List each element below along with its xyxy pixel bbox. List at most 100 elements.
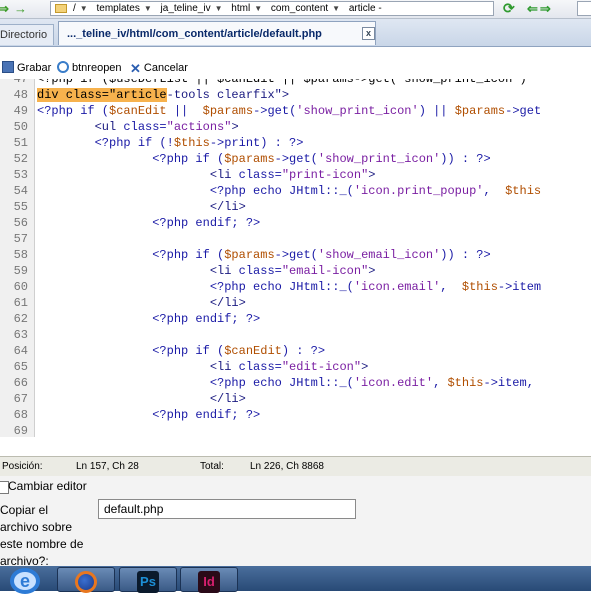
line-number: 59 bbox=[13, 264, 28, 278]
breadcrumb: / ▼ templates ▼ ja_teline_iv ▼ html ▼ com_co… bbox=[73, 2, 386, 16]
code-line[interactable]: 51 <?php if (!$this->print) : ?> bbox=[0, 135, 591, 151]
line-number: 65 bbox=[13, 360, 28, 374]
code-line[interactable]: 64 <?php if ($canEdit) : ?> bbox=[0, 343, 591, 359]
code-line[interactable]: 58 <?php if ($params->get('show_email_ic… bbox=[0, 247, 591, 263]
code-line[interactable]: 63 bbox=[0, 327, 591, 343]
nav-arrows-icon[interactable]: ⇐⇒ bbox=[527, 1, 553, 17]
cancel-button[interactable]: ✕ Cancelar bbox=[130, 59, 188, 77]
crumb[interactable]: article - bbox=[349, 3, 382, 14]
code-text: <ul class="actions"> bbox=[37, 120, 239, 134]
forward-arrow-icon[interactable]: ⇒ bbox=[0, 1, 9, 17]
chevron-down-icon[interactable]: ▼ bbox=[254, 4, 262, 13]
code-line[interactable]: 52 <?php if ($params->get('show_print_ic… bbox=[0, 151, 591, 167]
code-line[interactable]: 53 <li class="print-icon"> bbox=[0, 167, 591, 183]
line-number: 55 bbox=[13, 200, 28, 214]
code-line[interactable]: 59 <li class="email-icon"> bbox=[0, 263, 591, 279]
firefox-icon bbox=[75, 571, 97, 593]
code-line[interactable]: 47 <?php if ($useDefList || $canEdit || $… bbox=[0, 79, 591, 87]
reopen-button[interactable]: btnreopen bbox=[57, 59, 122, 77]
firefox-taskbar-button[interactable] bbox=[57, 567, 115, 593]
code-text: <?php endif; ?> bbox=[37, 312, 261, 326]
line-number: 66 bbox=[13, 376, 28, 390]
save-label: Grabar bbox=[17, 62, 52, 74]
tab-label: ..._teline_iv/html/com_content/article/d… bbox=[67, 28, 322, 40]
code-text: <?php if ($params->get('show_print_icon'… bbox=[37, 152, 491, 166]
copy-question-label: Copiar el archivo sobre este nombre de arch… bbox=[0, 503, 84, 568]
save-button[interactable]: Grabar bbox=[2, 59, 51, 77]
line-number: 64 bbox=[13, 344, 28, 358]
code-line[interactable]: 54 <?php echo JHtml::_('icon.print_popup… bbox=[0, 183, 591, 199]
code-text: </li> bbox=[37, 200, 246, 214]
line-number: 63 bbox=[13, 328, 28, 342]
line-number: 52 bbox=[13, 152, 28, 166]
code-line[interactable]: 69 bbox=[0, 423, 591, 437]
code-text: <?php echo JHtml::_('icon.print_popup', … bbox=[37, 184, 542, 198]
code-text: <?php if (!$this->print) : ?> bbox=[37, 136, 304, 150]
total-label: Total: bbox=[200, 461, 224, 472]
folder-icon bbox=[55, 4, 67, 13]
code-text: <?php if ($canEdit || $params->get('show… bbox=[37, 104, 542, 118]
code-line[interactable]: 67 </li> bbox=[0, 391, 591, 407]
indesign-icon: Id bbox=[198, 571, 220, 593]
path-input[interactable]: / ▼ templates ▼ ja_teline_iv ▼ html ▼ com_co… bbox=[50, 1, 494, 16]
chevron-down-icon[interactable]: ▼ bbox=[332, 4, 340, 13]
code-line[interactable]: 49 <?php if ($canEdit || $params->get('sh… bbox=[0, 103, 591, 119]
extra-box[interactable] bbox=[577, 1, 591, 16]
chevron-down-icon[interactable]: ▼ bbox=[215, 4, 223, 13]
path-bar: ⇒ → / ▼ templates ▼ ja_teline_iv ▼ html ▼ co… bbox=[0, 0, 591, 19]
code-line[interactable]: 50 <ul class="actions"> bbox=[0, 119, 591, 135]
tab-directorio[interactable]: Directorio bbox=[0, 24, 55, 45]
code-line[interactable]: 66 <?php echo JHtml::_('icon.edit', $thi… bbox=[0, 375, 591, 391]
status-bar: Posición: Ln 157, Ch 28 Total: Ln 226, C… bbox=[0, 456, 591, 477]
chevron-down-icon[interactable]: ▼ bbox=[80, 4, 88, 13]
code-editor[interactable]: 47 <?php if ($useDefList || $canEdit || $… bbox=[0, 79, 591, 437]
indesign-taskbar-button[interactable]: Id bbox=[180, 567, 238, 593]
total-value: Ln 226, Ch 8868 bbox=[250, 461, 324, 472]
code-text: <?php echo JHtml::_('icon.email', $this-… bbox=[37, 280, 542, 294]
line-number: 48 bbox=[13, 88, 28, 102]
crumb[interactable]: html bbox=[231, 3, 250, 14]
close-icon[interactable]: x bbox=[362, 27, 375, 40]
code-text: <?php if ($canEdit) : ?> bbox=[37, 344, 326, 358]
crumb[interactable]: / bbox=[73, 3, 76, 14]
code-line[interactable]: 61 </li> bbox=[0, 295, 591, 311]
line-number: 68 bbox=[13, 408, 28, 422]
code-line[interactable]: 55 </li> bbox=[0, 199, 591, 215]
toolbar: Grabar btnreopen ✕ Cancelar bbox=[0, 57, 591, 79]
code-line[interactable]: 65 <li class="edit-icon"> bbox=[0, 359, 591, 375]
crumb[interactable]: com_content bbox=[271, 3, 328, 14]
line-number: 49 bbox=[13, 104, 28, 118]
crumb[interactable]: ja_teline_iv bbox=[161, 3, 211, 14]
go-arrow-icon[interactable]: → bbox=[14, 1, 27, 16]
code-text: <li class="edit-icon"> bbox=[37, 360, 369, 374]
change-editor-label: Cambiar editor bbox=[8, 479, 87, 493]
line-number: 47 bbox=[13, 79, 28, 86]
code-text: <?php if ($useDefList || $canEdit || $pa… bbox=[37, 79, 527, 86]
code-line[interactable]: 48 div class="article-tools clearfix"> bbox=[0, 87, 591, 103]
chevron-down-icon[interactable]: ▼ bbox=[144, 4, 152, 13]
line-number: 53 bbox=[13, 168, 28, 182]
refresh-icon[interactable]: ⟳ bbox=[503, 0, 515, 17]
save-icon bbox=[2, 61, 14, 73]
code-line[interactable]: 57 bbox=[0, 231, 591, 247]
line-number: 56 bbox=[13, 216, 28, 230]
filename-field[interactable]: default.php bbox=[98, 499, 356, 519]
bottom-panel: Cambiar editor Copiar el archivo sobre est… bbox=[0, 476, 591, 568]
crumb[interactable]: templates bbox=[96, 3, 139, 14]
internet-explorer-icon: e bbox=[10, 568, 40, 594]
line-number: 69 bbox=[13, 424, 28, 437]
code-text: div class="article-tools clearfix"> bbox=[37, 88, 290, 102]
code-line[interactable]: 56 <?php endif; ?> bbox=[0, 215, 591, 231]
line-number: 57 bbox=[13, 232, 28, 246]
code-text: <?php endif; ?> bbox=[37, 408, 261, 422]
tab-default-php[interactable]: ..._teline_iv/html/com_content/article/d… bbox=[58, 21, 376, 45]
code-line[interactable]: 68 <?php endif; ?> bbox=[0, 407, 591, 423]
tab-bar: Directorio ..._teline_iv/html/com_conten… bbox=[0, 19, 591, 47]
taskbar: e Ps Id bbox=[0, 566, 591, 594]
code-text: <li class="print-icon"> bbox=[37, 168, 376, 182]
line-number: 67 bbox=[13, 392, 28, 406]
photoshop-taskbar-button[interactable]: Ps bbox=[119, 567, 177, 593]
code-line[interactable]: 60 <?php echo JHtml::_('icon.email', $th… bbox=[0, 279, 591, 295]
code-line[interactable]: 62 <?php endif; ?> bbox=[0, 311, 591, 327]
reopen-icon bbox=[57, 61, 69, 73]
